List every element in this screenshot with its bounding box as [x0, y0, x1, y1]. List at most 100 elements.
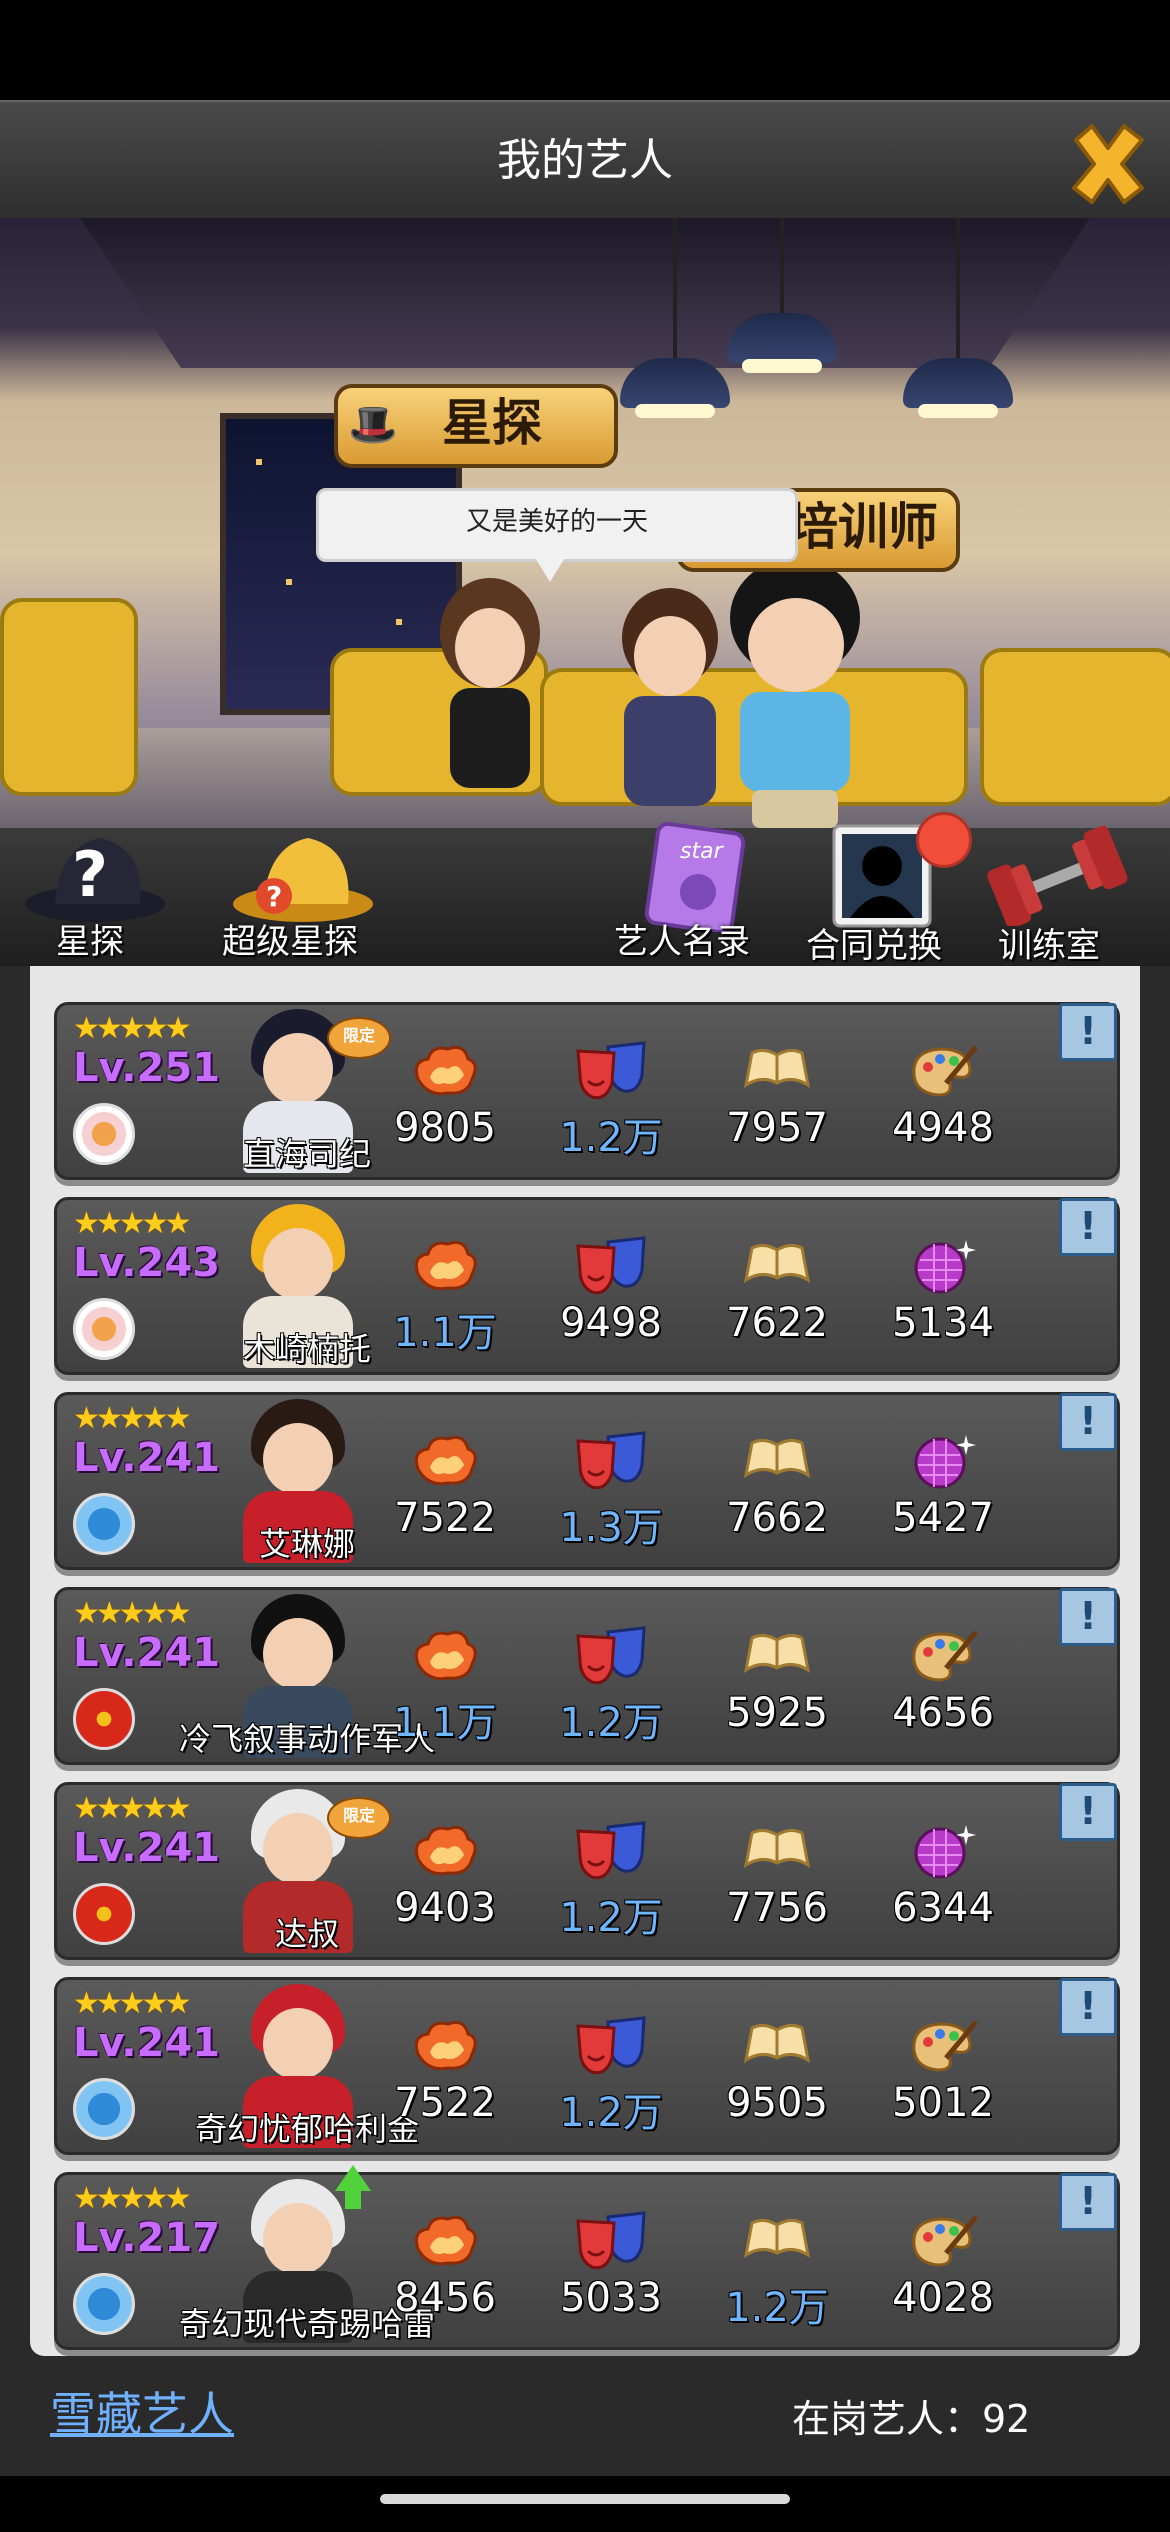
stat-value: 9505 — [726, 2080, 828, 2126]
home-indicator[interactable] — [380, 2494, 790, 2504]
artist-level: Lv.241 — [73, 1825, 220, 1871]
toolbar-label: 训练室 — [998, 926, 1100, 966]
toolbar-label: 星探 — [56, 922, 124, 962]
red-badge-icon — [73, 1688, 135, 1750]
artist-list: ★★★★★ Lv.251 限定 直海司纪 9805 1.2万 7957 4948! ★★★★★ L… — [30, 966, 1140, 2356]
character-player — [720, 558, 870, 828]
toolbar-item-scout[interactable]: ? 星探 — [20, 826, 170, 966]
artist-card[interactable]: ★★★★★ Lv.241 艾琳娜 7522 1.3万 7662 5427! — [54, 1392, 1120, 1570]
stat-value: 6344 — [892, 1885, 994, 1931]
drama-mask-icon — [574, 1819, 648, 1883]
upgrade-arrow-icon — [335, 2165, 371, 2191]
star-rating: ★★★★★ — [73, 1986, 192, 2021]
flower-badge-icon — [73, 1298, 135, 1360]
stat-value: 1.1万 — [393, 1700, 497, 1746]
vault-artists-link[interactable]: 雪藏艺人 — [50, 2378, 234, 2444]
stat-value: 1.2万 — [559, 1700, 663, 1746]
drama-mask-icon — [574, 1429, 648, 1493]
flower-badge-icon — [73, 1103, 135, 1165]
stat-value: 1.2万 — [725, 2285, 829, 2331]
book-icon — [740, 1429, 814, 1493]
passion-burst-icon — [408, 2209, 482, 2273]
toolbar-item-training[interactable]: 训练室 — [982, 826, 1152, 966]
stat-value: 1.2万 — [559, 1895, 663, 1941]
info-button[interactable]: ! — [1059, 1588, 1117, 1646]
character-man-suit — [610, 588, 730, 818]
sofa — [0, 598, 138, 796]
toolbar-item-catalog[interactable]: star 艺人名录 — [614, 822, 774, 966]
speech-bubble: 又是美好的一天 — [316, 488, 798, 562]
artist-card[interactable]: ★★★★★ Lv.251 限定 直海司纪 9805 1.2万 7957 4948! — [54, 1002, 1120, 1180]
info-button[interactable]: ! — [1059, 1783, 1117, 1841]
character-woman — [430, 578, 550, 798]
limited-badge: 限定 — [327, 1797, 391, 1839]
artist-level: Lv.251 — [73, 1045, 220, 1091]
star-rating: ★★★★★ — [73, 1011, 192, 1046]
close-icon[interactable] — [1062, 118, 1154, 210]
super-scout-hat-icon: ? — [233, 838, 373, 922]
book-icon — [740, 1039, 814, 1103]
star-rating: ★★★★★ — [73, 1596, 192, 1631]
passion-burst-icon — [408, 1234, 482, 1298]
stat-value: 7622 — [726, 1300, 828, 1346]
red-badge-icon — [73, 1883, 135, 1945]
info-button[interactable]: ! — [1059, 1003, 1117, 1061]
artist-level: Lv.217 — [73, 2215, 220, 2261]
palette-icon — [906, 1039, 980, 1103]
passion-burst-icon — [408, 1819, 482, 1883]
toolbar-item-super-scout[interactable]: ? 超级星探 — [218, 826, 388, 966]
drama-mask-icon — [574, 2209, 648, 2273]
stat-value: 4656 — [892, 1690, 994, 1736]
drama-mask-icon — [574, 2014, 648, 2078]
star-rating: ★★★★★ — [73, 2181, 192, 2216]
palette-icon — [906, 1624, 980, 1688]
book-icon — [740, 2014, 814, 2078]
office-scene: 🎩 星探 培训师 又是美好的一天 — [0, 218, 1170, 828]
passion-burst-icon — [408, 2014, 482, 2078]
stat-value: 4028 — [892, 2275, 994, 2321]
stat-value: 5925 — [726, 1690, 828, 1736]
passion-burst-icon — [408, 1624, 482, 1688]
limited-badge: 限定 — [327, 1017, 391, 1059]
stat-value: 7522 — [394, 1495, 496, 1541]
toolbar-label: 超级星探 — [222, 922, 358, 962]
artist-card[interactable]: ★★★★★ Lv.241 奇幻忧郁哈利金 7522 1.2万 9505 5012! — [54, 1977, 1120, 2155]
artist-card[interactable]: ★★★★★ Lv.241 冷飞叙事动作军人 1.1万 1.2万 5925 4656! — [54, 1587, 1120, 1765]
star-rating: ★★★★★ — [73, 1401, 192, 1436]
stat-value: 5427 — [892, 1495, 994, 1541]
stat-value: 7756 — [726, 1885, 828, 1931]
speech-bubble-tail — [534, 556, 566, 582]
passion-burst-icon — [408, 1039, 482, 1103]
info-button[interactable]: ! — [1059, 2173, 1117, 2231]
toolbar-label: 合同兑换 — [806, 926, 942, 966]
upgrade-arrow-stem — [345, 2189, 361, 2209]
stat-value: 1.2万 — [559, 2090, 663, 2136]
stat-value: 5012 — [892, 2080, 994, 2126]
stat-value: 7522 — [394, 2080, 496, 2126]
blue-badge-icon — [73, 2273, 135, 2335]
artist-card[interactable]: ★★★★★ Lv.241 限定 达叔 9403 1.2万 7756 6344! — [54, 1782, 1120, 1960]
stat-value: 9403 — [394, 1885, 496, 1931]
stat-value: 9498 — [560, 1300, 662, 1346]
star-rating: ★★★★★ — [73, 1206, 192, 1241]
star-rating: ★★★★★ — [73, 1791, 192, 1826]
info-button[interactable]: ! — [1059, 1198, 1117, 1256]
stat-value: 4948 — [892, 1105, 994, 1151]
stat-value: 7957 — [726, 1105, 828, 1151]
passion-burst-icon — [408, 1429, 482, 1493]
artist-card[interactable]: ★★★★★ Lv.243 木崎楠托 1.1万 9498 7622 5134! — [54, 1197, 1120, 1375]
scout-sign[interactable]: 🎩 星探 — [334, 384, 618, 468]
artist-card[interactable]: ★★★★★ Lv.217 奇幻现代奇踢哈雷 8456 5033 1.2万 4028! — [54, 2165, 1120, 2350]
stat-value: 1.3万 — [559, 1505, 663, 1551]
blue-badge-icon — [73, 1493, 135, 1555]
info-button[interactable]: ! — [1059, 1978, 1117, 2036]
dumbbell-icon — [987, 826, 1128, 926]
stat-value: 1.2万 — [559, 1115, 663, 1161]
book-icon — [740, 1819, 814, 1883]
sofa — [980, 648, 1170, 806]
stat-value: 5033 — [560, 2275, 662, 2321]
book-icon — [740, 2209, 814, 2273]
info-button[interactable]: ! — [1059, 1393, 1117, 1451]
disco-ball-icon — [906, 1234, 980, 1298]
artist-level: Lv.241 — [73, 2020, 220, 2066]
